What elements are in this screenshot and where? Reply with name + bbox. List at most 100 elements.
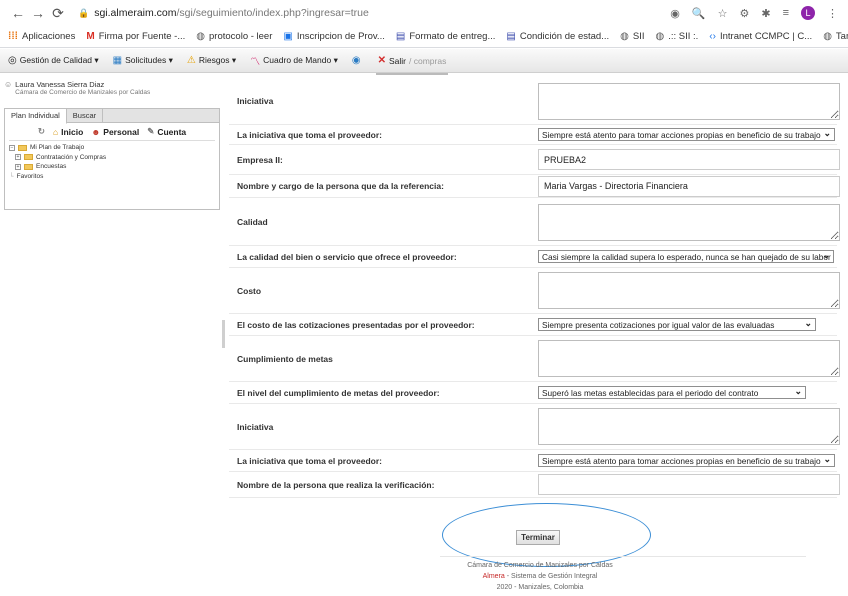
footer-year: 2020 - Manizales, Colombia xyxy=(496,584,584,591)
menu-solicitudes[interactable]: ▦ Solicitudes ▾ xyxy=(113,55,173,66)
costo-select[interactable]: Siempre presenta cotizaciones por igual … xyxy=(538,318,816,331)
globe-icon: ◍ xyxy=(196,31,206,42)
help-button[interactable]: ◉ xyxy=(352,55,364,66)
iniciativa-select[interactable]: Siempre está atento para tomar acciones … xyxy=(538,128,835,141)
profile-avatar[interactable]: L xyxy=(801,6,815,20)
user-org: Cámara de Comercio de Manizales por Cald… xyxy=(15,89,151,96)
requests-icon: ▦ xyxy=(112,55,123,66)
reading-list-icon[interactable]: ≡ xyxy=(783,7,789,19)
pencil-icon: ✎ xyxy=(147,126,155,136)
referencia-input[interactable]: Maria Vargas - Directoria Financiera xyxy=(538,175,840,197)
expand-icon[interactable]: + xyxy=(15,154,21,161)
select-value: Superó las metas establecidas para el pe… xyxy=(542,387,759,398)
forward-arrow-icon[interactable]: → xyxy=(28,5,48,21)
tree-node[interactable]: └ Favoritos xyxy=(9,172,215,182)
tree-label: Contratación y Compras xyxy=(36,153,107,161)
bookmark-label: Condición de estad... xyxy=(519,31,610,42)
link-personal[interactable]: ☻ Personal xyxy=(91,127,139,137)
tree-node[interactable]: + Contratación y Compras xyxy=(9,153,215,163)
bookmark-intranet[interactable]: ‹› Intranet CCMPC | C... xyxy=(709,31,812,42)
reload-icon[interactable]: ⟳ xyxy=(48,5,68,22)
form-row: La calidad del bien o servicio que ofrec… xyxy=(229,246,837,268)
menu-gestion-calidad[interactable]: ◎ Gestión de Calidad ▾ xyxy=(8,55,99,66)
bookmark-formato[interactable]: ▤ Formato de entreg... xyxy=(396,31,496,42)
folder-icon xyxy=(24,163,33,170)
back-arrow-icon[interactable]: ← xyxy=(8,5,28,21)
costo-textarea[interactable] xyxy=(538,272,840,309)
field-label: La iniciativa que toma el proveedor: xyxy=(237,455,383,466)
select-value: Siempre presenta cotizaciones por igual … xyxy=(542,319,775,330)
field-label: Nombre de la persona que realiza la veri… xyxy=(237,479,435,490)
metas-textarea[interactable] xyxy=(538,340,840,377)
field-label: Costo xyxy=(237,285,262,296)
warning-icon: ⚠ xyxy=(186,55,196,66)
link-inicio[interactable]: ⌂ Inicio xyxy=(53,127,83,137)
select-value: Siempre está atento para tomar acciones … xyxy=(542,455,821,466)
chevron-down-icon: ⌄ xyxy=(823,454,831,464)
link-cuenta[interactable]: ✎ Cuenta xyxy=(147,126,186,137)
field-label: Cumplimiento de metas xyxy=(237,353,333,364)
star-icon[interactable]: ☆ xyxy=(718,7,728,20)
chevron-down-icon: ⌄ xyxy=(794,386,802,396)
form-row: El nivel del cumplimiento de metas del p… xyxy=(229,382,837,404)
bookmark-condicion[interactable]: ▤ Condición de estad... xyxy=(506,31,609,42)
field-label: El nivel del cumplimiento de metas del p… xyxy=(237,387,440,398)
tab-buscar[interactable]: Buscar xyxy=(67,109,104,122)
bookmark-label: Firma por Fuente -... xyxy=(98,31,186,42)
verificador-input[interactable] xyxy=(538,474,840,495)
calidad-textarea[interactable] xyxy=(538,204,840,241)
menu-salir[interactable]: ✕ Salir / compras xyxy=(378,55,447,66)
lock-icon[interactable]: 🔒 xyxy=(78,8,89,19)
footer: Cámara de Comercio de Manizales por Cald… xyxy=(440,560,640,593)
iniciativa-textarea[interactable] xyxy=(538,83,840,120)
document-icon: ▣ xyxy=(283,31,293,42)
footer-system: Almera - Sistema de Gestión Integral xyxy=(440,571,640,582)
more-menu-icon[interactable]: ⋮ xyxy=(827,7,838,20)
bookmark-inscripcion[interactable]: ▣ Inscripcion de Prov... xyxy=(283,31,384,42)
field-label: El costo de las cotizaciones presentadas… xyxy=(237,319,475,330)
calidad-select[interactable]: Casi siempre la calidad supera lo espera… xyxy=(538,250,834,263)
tree-label: Encuestas xyxy=(36,163,67,171)
bookmark-aplicaciones[interactable]: ⁞⁞⁞ Aplicaciones xyxy=(8,31,75,42)
location-icon[interactable]: ◉ xyxy=(670,7,680,20)
empresa-input[interactable]: PRUEBA2 xyxy=(538,149,840,170)
app-menu-bar: ◎ Gestión de Calidad ▾ ▦ Solicitudes ▾ ⚠ Ri… xyxy=(0,49,848,73)
puzzle-icon[interactable]: ✱ xyxy=(761,7,770,20)
bookmark-protocolo[interactable]: ◍ protocolo - leer xyxy=(196,31,272,42)
address-bar[interactable]: sgi.almeraim.com/sgi/seguimiento/index.p… xyxy=(94,7,369,19)
link-label: Personal xyxy=(103,126,140,137)
form-row: Iniciativa xyxy=(229,78,840,125)
menu-loading-bar xyxy=(376,73,448,75)
tree-node[interactable]: − Mi Plan de Trabajo xyxy=(9,143,215,153)
iniciativa-2-select[interactable]: Siempre está atento para tomar acciones … xyxy=(538,454,835,467)
menu-cuadro-mando[interactable]: 〽 Cuadro de Mando ▾ xyxy=(250,53,338,68)
panel-resize-handle[interactable] xyxy=(222,320,225,348)
globe-icon: ◍ xyxy=(823,31,832,42)
collapse-icon[interactable]: − xyxy=(9,144,15,151)
form-row: Calidad xyxy=(229,198,840,246)
menu-label: Cuadro de Mando ▾ xyxy=(263,55,338,65)
metas-select[interactable]: Superó las metas establecidas para el pe… xyxy=(538,386,806,399)
form-row: Iniciativa xyxy=(229,404,840,450)
tab-plan-individual[interactable]: Plan Individual xyxy=(5,109,67,124)
form-row: Cumplimiento de metas xyxy=(229,336,840,382)
person-icon: ☻ xyxy=(91,126,101,137)
globe-icon: ◍ xyxy=(620,31,629,42)
refresh-icon[interactable]: ↻ xyxy=(38,126,45,137)
browser-actions: ◉ 🔍 ☆ ⚙ ✱ ≡ L ⋮ xyxy=(670,0,848,26)
bookmark-sii-2[interactable]: ◍.:: SII :. xyxy=(655,31,698,42)
user-icon: ☺ xyxy=(4,80,13,89)
tree-label: Mi Plan de Trabajo xyxy=(30,144,85,152)
form-row: Nombre y cargo de la persona que da la r… xyxy=(229,175,840,198)
extension-icon[interactable]: ⚙ xyxy=(739,7,749,20)
iniciativa-2-textarea[interactable] xyxy=(538,408,840,445)
bookmark-tarifas[interactable]: ◍Tarifas_2019 xyxy=(823,31,848,42)
zoom-icon[interactable]: 🔍 xyxy=(692,7,706,20)
expand-icon[interactable]: + xyxy=(15,163,21,170)
bookmark-sii[interactable]: ◍ SII xyxy=(620,31,644,42)
tree-node[interactable]: + Encuestas xyxy=(9,162,215,172)
bookmark-firma[interactable]: M Firma por Fuente -... xyxy=(86,31,185,42)
menu-label: Solicitudes ▾ xyxy=(125,55,173,65)
globe-icon: ◍ xyxy=(655,31,665,42)
menu-riesgos[interactable]: ⚠ Riesgos ▾ xyxy=(187,55,236,66)
